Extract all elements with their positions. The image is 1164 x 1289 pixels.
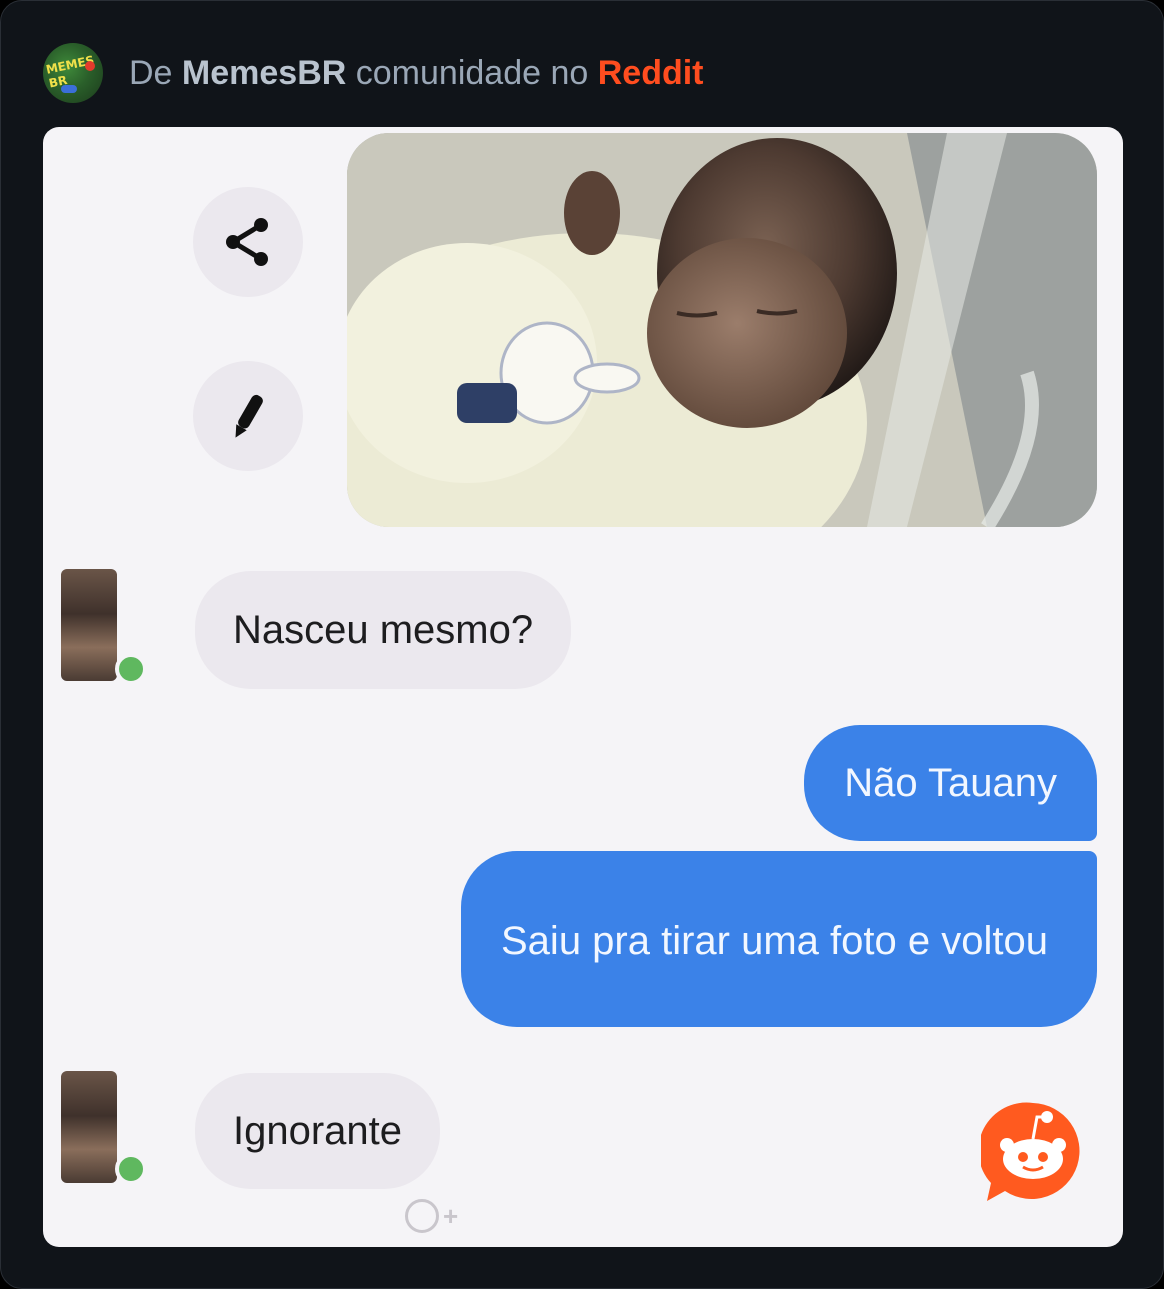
platform-name-link[interactable]: Reddit [598,54,704,92]
avatar-decoration [85,61,95,71]
add-reaction-button[interactable]: + [405,1199,458,1233]
shared-post-frame: MEMES BR De MemesBR comunidade no Reddit [0,0,1164,1289]
avatar-decoration [61,85,77,93]
photo-illustration [347,133,1097,527]
online-status-dot [115,1153,147,1185]
contact-avatar[interactable] [61,1071,117,1183]
title-prefix: De [129,53,173,92]
message-text: Nasceu mesmo? [233,608,534,652]
incoming-message[interactable]: Nasceu mesmo? [195,571,572,689]
incoming-message[interactable]: Ignorante [195,1073,441,1189]
title-middle: comunidade no [355,53,589,92]
share-icon [226,218,268,266]
message-text: Ignorante [233,1109,403,1153]
community-name-link[interactable]: MemesBR [182,54,346,92]
reddit-snoo-icon [981,1102,1080,1201]
community-avatar[interactable]: MEMES BR [43,43,103,103]
outgoing-message[interactable]: Saiu pra tirar uma foto e voltou [461,851,1097,1027]
post-image-card[interactable]: Nasceu mesmo? Não Tauany Saiu pra tirar … [43,127,1123,1247]
outgoing-message[interactable]: Não Tauany [804,725,1097,841]
message-text: Saiu pra tirar uma foto e voltou [501,919,1048,963]
edit-button[interactable] [193,361,303,471]
share-button[interactable] [193,187,303,297]
post-header: MEMES BR De MemesBR comunidade no Reddit [43,43,704,103]
sleeping-newborn-photo[interactable] [347,133,1097,527]
contact-avatar[interactable] [61,569,117,681]
add-reaction-icon [405,1199,439,1233]
message-text: Não Tauany [844,761,1057,805]
online-status-dot [115,653,147,685]
plus-icon: + [443,1200,459,1231]
pencil-icon [235,394,263,438]
post-source-title: De MemesBR comunidade no Reddit [129,54,704,93]
